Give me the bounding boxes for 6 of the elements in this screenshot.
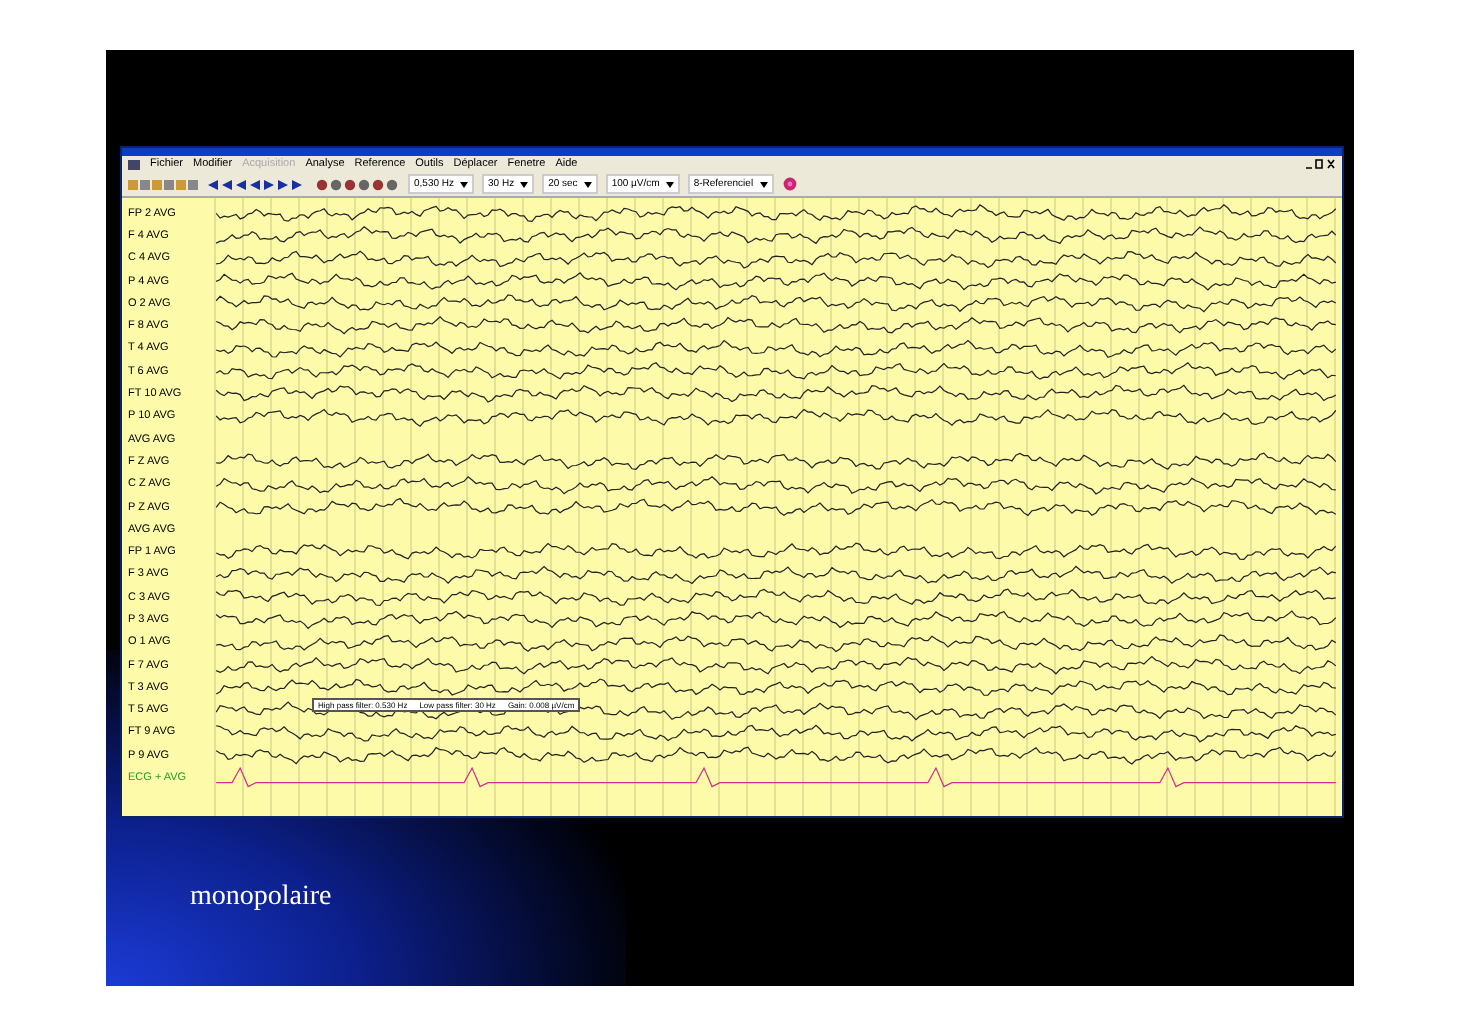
file-tools-drawing[interactable] [128,177,200,191]
flower-icon[interactable] [781,176,798,192]
window-controls-icon[interactable] [1304,158,1336,170]
analysis-tools-drawing[interactable] [316,177,400,191]
app-icon [128,159,140,169]
slide-caption: monopolaire [190,882,332,914]
